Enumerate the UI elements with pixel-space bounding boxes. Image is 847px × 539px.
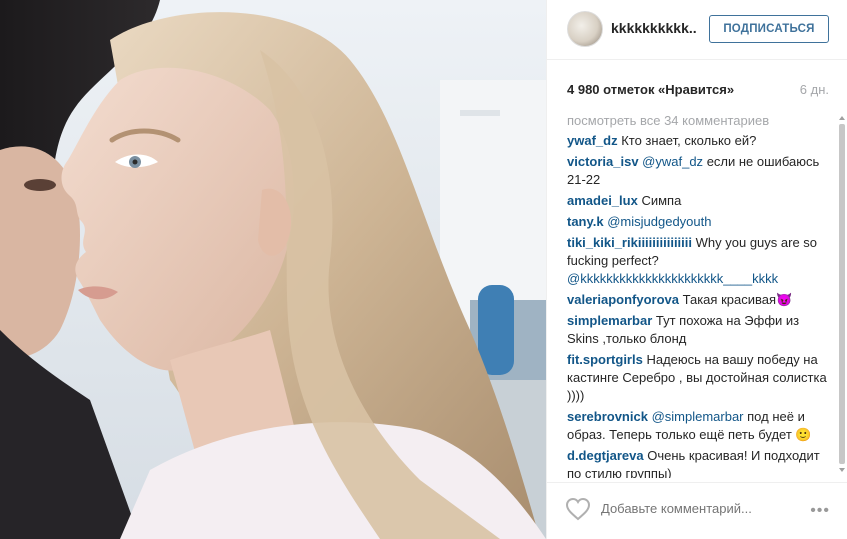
likes-count[interactable]: 4 980 отметок «Нравится» — [567, 82, 734, 97]
comment-item: d.degtjareva Очень красивая! И подходит … — [567, 447, 829, 478]
follow-button[interactable]: ПОДПИСАТЬСЯ — [709, 15, 829, 43]
comment-item: ywaf_dz Кто знает, сколько ей? — [567, 132, 829, 150]
scroll-thumb[interactable] — [839, 124, 845, 464]
comment-item: serebrovnick @simplemarbar под неё и обр… — [567, 408, 829, 444]
comments-scrollbar[interactable] — [839, 116, 845, 472]
comment-author[interactable]: serebrovnick — [567, 409, 648, 424]
comment-author[interactable]: ywaf_dz — [567, 133, 618, 148]
scroll-up-arrow-icon[interactable] — [839, 116, 845, 120]
comment-mention[interactable]: @ywaf_dz — [642, 154, 703, 169]
post-stats: 4 980 отметок «Нравится» 6 дн. — [567, 82, 829, 97]
view-all-comments-link[interactable]: посмотреть все 34 комментариев — [567, 112, 829, 130]
comment-author[interactable]: amadei_lux — [567, 193, 638, 208]
comment-text: Такая красивая😈 — [682, 292, 793, 307]
more-options-icon[interactable]: ••• — [810, 502, 830, 520]
post-side-panel: kkkkkkkkkk.. ПОДПИСАТЬСЯ 4 980 отметок «… — [546, 0, 847, 539]
comment-text: Симпа — [641, 193, 682, 208]
photo-illustration — [0, 0, 546, 539]
comment-mention[interactable]: @simplemarbar — [652, 409, 744, 424]
comment-item: simplemarbar Тут похожа на Эффи из Skins… — [567, 312, 829, 348]
comment-author[interactable]: tany.k — [567, 214, 604, 229]
comment-text: Кто знает, сколько ей? — [621, 133, 757, 148]
post-header: kkkkkkkkkk.. ПОДПИСАТЬСЯ — [547, 0, 847, 60]
comment-author[interactable]: simplemarbar — [567, 313, 652, 328]
add-comment-input[interactable] — [601, 501, 801, 516]
post-age[interactable]: 6 дн. — [800, 82, 829, 97]
comment-item: tiki_kiki_rikiiiiiiiiiiiiiii Why you guy… — [567, 234, 829, 288]
heart-icon[interactable] — [565, 497, 591, 521]
comment-item: tany.k @misjudgedyouth — [567, 213, 829, 231]
comment-author[interactable]: fit.sportgirls — [567, 352, 643, 367]
comments-list: посмотреть все 34 комментариев ywaf_dz К… — [567, 112, 829, 478]
comment-author[interactable]: d.degtjareva — [567, 448, 644, 463]
comment-item: fit.sportgirls Надеюсь на вашу победу на… — [567, 351, 829, 405]
post-footer: ••• — [547, 482, 847, 539]
post-photo — [0, 0, 546, 539]
comment-mention[interactable]: @misjudgedyouth — [607, 214, 711, 229]
comment-mention[interactable]: @kkkkkkkkkkkkkkkkkkkkkk____kkkk — [567, 271, 778, 286]
avatar[interactable] — [567, 11, 603, 47]
comment-author[interactable]: victoria_isv — [567, 154, 639, 169]
comment-author[interactable]: tiki_kiki_rikiiiiiiiiiiiiiii — [567, 235, 692, 250]
comment-item: victoria_isv @ywaf_dz если не ошибаюсь 2… — [567, 153, 829, 189]
scroll-down-arrow-icon[interactable] — [839, 468, 845, 472]
comment-item: amadei_lux Симпа — [567, 192, 829, 210]
comment-author[interactable]: valeriaponfyorova — [567, 292, 679, 307]
username-link[interactable]: kkkkkkkkkk.. — [611, 20, 697, 36]
comment-item: valeriaponfyorova Такая красивая😈 — [567, 291, 829, 309]
